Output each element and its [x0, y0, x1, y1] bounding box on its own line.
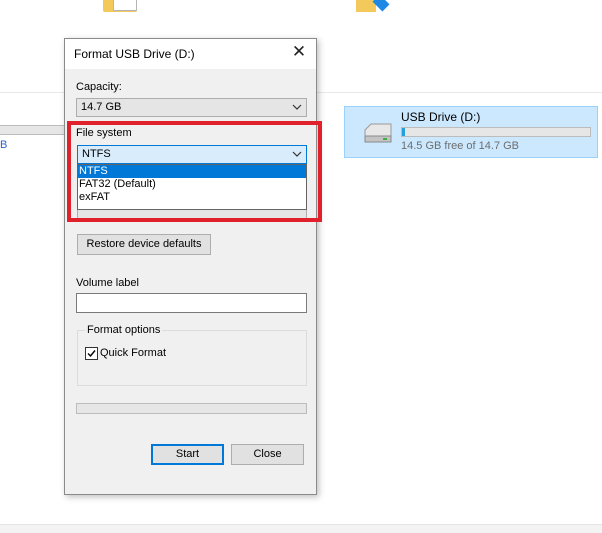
- option-exfat[interactable]: exFAT: [78, 191, 306, 204]
- capacity-dropdown[interactable]: 14.7 GB: [76, 98, 307, 117]
- close-button[interactable]: Close: [231, 444, 304, 465]
- chevron-down-icon: [292, 104, 302, 110]
- volume-label-label: Volume label: [76, 277, 139, 289]
- option-ntfs[interactable]: NTFS: [78, 165, 306, 178]
- restore-defaults-button[interactable]: Restore device defaults: [77, 234, 211, 255]
- file-system-dropdown[interactable]: NTFS: [77, 145, 307, 164]
- drive-usage-bar: [0, 125, 65, 135]
- title-bar: Format USB Drive (D:) ✕: [65, 39, 316, 69]
- capacity-label: Capacity:: [76, 81, 122, 93]
- dialog-title: Format USB Drive (D:): [74, 47, 195, 61]
- usb-drive-icon: [364, 123, 392, 143]
- format-dialog: Format USB Drive (D:) ✕ Capacity: 14.7 G…: [64, 38, 317, 495]
- partial-drive-text: B: [0, 139, 8, 151]
- start-button[interactable]: Start: [151, 444, 224, 465]
- quick-format-checkbox[interactable]: [85, 347, 98, 360]
- format-options-group: Format options Quick Format: [77, 324, 307, 386]
- file-system-selected: NTFS: [82, 148, 111, 160]
- file-system-label: File system: [76, 127, 132, 139]
- allocation-dropdown[interactable]: [77, 210, 307, 219]
- checkmark-icon: [87, 350, 96, 358]
- quick-format-label[interactable]: Quick Format: [100, 347, 166, 359]
- close-icon[interactable]: ✕: [291, 43, 307, 60]
- document-icon: [103, 0, 137, 12]
- file-system-options-list[interactable]: NTFS FAT32 (Default) exFAT: [77, 164, 307, 210]
- drive-tile-usb[interactable]: USB Drive (D:) 14.5 GB free of 14.7 GB: [344, 106, 598, 158]
- drive-capacity-bar: [401, 127, 591, 137]
- drive-name: USB Drive (D:): [401, 110, 481, 124]
- capacity-value: 14.7 GB: [81, 101, 122, 113]
- drive-capacity-fill: [402, 128, 405, 136]
- volume-label-input[interactable]: [76, 293, 307, 313]
- chevron-down-icon: [292, 151, 302, 157]
- format-progress-bar: [76, 403, 307, 414]
- format-options-label: Format options: [85, 324, 163, 336]
- folder-icon: [356, 0, 376, 12]
- option-fat32[interactable]: FAT32 (Default): [78, 178, 306, 191]
- drive-free-space: 14.5 GB free of 14.7 GB: [401, 140, 520, 152]
